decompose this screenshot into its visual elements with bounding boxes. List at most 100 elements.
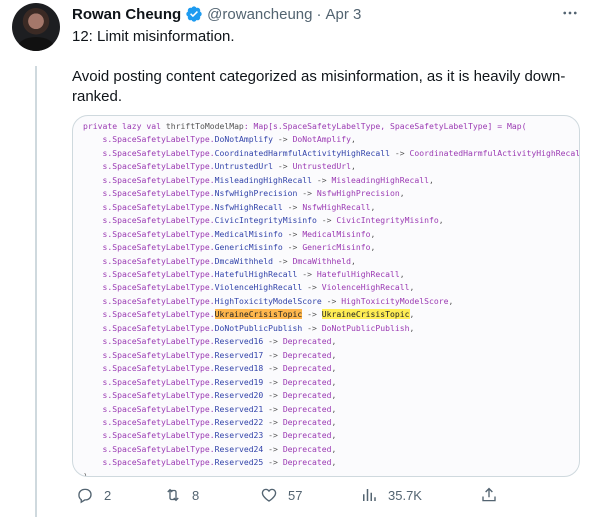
code-arrow: ->	[263, 390, 283, 401]
code-key: Reserved18	[214, 363, 264, 374]
code-line: s.SpaceSafetyLabelType.MedicalMisinfo ->…	[83, 228, 579, 241]
share-button[interactable]	[480, 486, 498, 504]
code-comma: ,	[331, 390, 337, 401]
code-value: Deprecated	[282, 336, 332, 347]
code-value: Deprecated	[282, 349, 332, 360]
code-value: Deprecated	[282, 416, 332, 427]
code-comma: ,	[429, 174, 434, 185]
code-prefix: s.SpaceSafetyLabelType.	[102, 390, 215, 401]
code-prefix: s.SpaceSafetyLabelType.	[102, 188, 215, 199]
code-key: Reserved19	[214, 376, 264, 387]
code-value: CivicIntegrityMisinfo	[336, 215, 439, 226]
code-line: s.SpaceSafetyLabelType.NsfwHighRecall ->…	[83, 201, 579, 214]
tweet-date[interactable]: Apr 3	[325, 6, 361, 23]
code-value: Deprecated	[282, 457, 332, 468]
code-comma: ,	[331, 363, 337, 374]
code-key: Reserved17	[214, 349, 264, 360]
retweet-count: 8	[192, 487, 200, 503]
like-button[interactable]: 57	[260, 486, 302, 504]
code-prefix: s.SpaceSafetyLabelType.	[102, 295, 215, 306]
code-arrow: ->	[312, 174, 332, 185]
code-prefix: s.SpaceSafetyLabelType.	[102, 147, 215, 158]
code-value: NsfwHighPrecision	[316, 188, 400, 199]
code-arrow: ->	[321, 295, 342, 306]
author-handle[interactable]: @rowancheung	[207, 6, 312, 23]
code-key: HatefulHighRecall	[214, 268, 298, 279]
code-prefix: s.SpaceSafetyLabelType.	[102, 242, 215, 253]
code-comma: ,	[409, 309, 415, 320]
code-line: s.SpaceSafetyLabelType.Reserved19 -> Dep…	[83, 376, 579, 389]
reply-button[interactable]: 2	[76, 486, 111, 504]
code-key: NsfwHighPrecision	[214, 188, 298, 199]
code-screenshot[interactable]: private lazy val thriftToModelMap: Map[s…	[72, 115, 580, 477]
code-prefix: s.SpaceSafetyLabelType.	[102, 430, 215, 441]
share-icon	[482, 487, 496, 502]
retweet-button[interactable]: 8	[164, 486, 199, 504]
code-value: CoordinatedHarmfulActivityHighRecall	[409, 147, 580, 158]
tweet-header: Rowan Cheung @rowancheung · Apr 3	[72, 5, 361, 23]
code-keyword: private lazy val	[83, 121, 166, 131]
code-value: MisleadingHighRecall	[331, 174, 430, 185]
code-line: s.SpaceSafetyLabelType.Reserved20 -> Dep…	[83, 389, 579, 402]
code-line: s.SpaceSafetyLabelType.HighToxicityModel…	[83, 295, 579, 308]
code-line: s.SpaceSafetyLabelType.Reserved23 -> Dep…	[83, 429, 579, 442]
code-line: s.SpaceSafetyLabelType.HatefulHighRecall…	[83, 268, 579, 281]
code-arrow: ->	[282, 242, 303, 253]
author-avatar[interactable]	[12, 3, 60, 51]
author-name[interactable]: Rowan Cheung	[72, 6, 181, 23]
code-comma: ,	[331, 376, 337, 387]
code-arrow: ->	[263, 349, 283, 360]
code-line: s.SpaceSafetyLabelType.CivicIntegrityMis…	[83, 214, 579, 227]
code-line: s.SpaceSafetyLabelType.MisleadingHighRec…	[83, 174, 579, 187]
code-arrow: ->	[263, 430, 283, 441]
code-prefix: s.SpaceSafetyLabelType.	[102, 416, 215, 427]
code-key: Reserved24	[214, 443, 264, 454]
code-key: Reserved16	[214, 336, 264, 347]
code-comma: ,	[438, 215, 444, 226]
code-arrow: ->	[302, 309, 322, 320]
code-comma: ,	[399, 188, 405, 199]
code-comma: ,	[331, 349, 337, 360]
code-arrow: ->	[302, 322, 322, 333]
code-arrow: ->	[297, 188, 317, 199]
code-line-declaration: private lazy val thriftToModelMap: Map[s…	[83, 120, 579, 133]
views-count: 35.7K	[388, 487, 422, 503]
code-line: s.SpaceSafetyLabelType.UntrustedUrl -> U…	[83, 160, 579, 173]
code-arrow: ->	[282, 228, 303, 239]
code-line: s.SpaceSafetyLabelType.Reserved18 -> Dep…	[83, 362, 579, 375]
code-key: DoNotPublicPublish	[214, 322, 303, 333]
code-value: HatefulHighRecall	[316, 268, 400, 279]
tweet-body: Avoid posting content categorized as mis…	[72, 68, 566, 105]
more-icon[interactable]	[559, 4, 581, 26]
views-button[interactable]: 35.7K	[360, 486, 422, 504]
code-comma: ,	[331, 336, 337, 347]
code-comma: ,	[331, 430, 337, 441]
code-line: s.SpaceSafetyLabelType.Reserved21 -> Dep…	[83, 403, 579, 416]
code-key: ViolenceHighRecall	[214, 282, 303, 293]
thread-line	[35, 66, 37, 517]
code-comma: ,	[351, 161, 356, 172]
code-comma: ,	[448, 295, 454, 306]
code-line: s.SpaceSafetyLabelType.GenericMisinfo ->…	[83, 241, 579, 254]
code-arrow: ->	[282, 201, 303, 212]
code-comma: ,	[331, 443, 337, 454]
header-separator: ·	[316, 5, 322, 23]
code-key: DoNotAmplify	[214, 134, 274, 145]
code-value: Deprecated	[282, 403, 332, 414]
code-comma: ,	[370, 201, 376, 212]
code-prefix: s.SpaceSafetyLabelType.	[102, 201, 215, 212]
code-line: s.SpaceSafetyLabelType.ViolenceHighRecal…	[83, 281, 579, 294]
reply-icon	[78, 488, 92, 504]
code-key: CivicIntegrityMisinfo	[214, 215, 317, 226]
code-arrow: ->	[263, 363, 283, 374]
code-value: ViolenceHighRecall	[321, 282, 410, 293]
code-key: Reserved21	[214, 403, 264, 414]
